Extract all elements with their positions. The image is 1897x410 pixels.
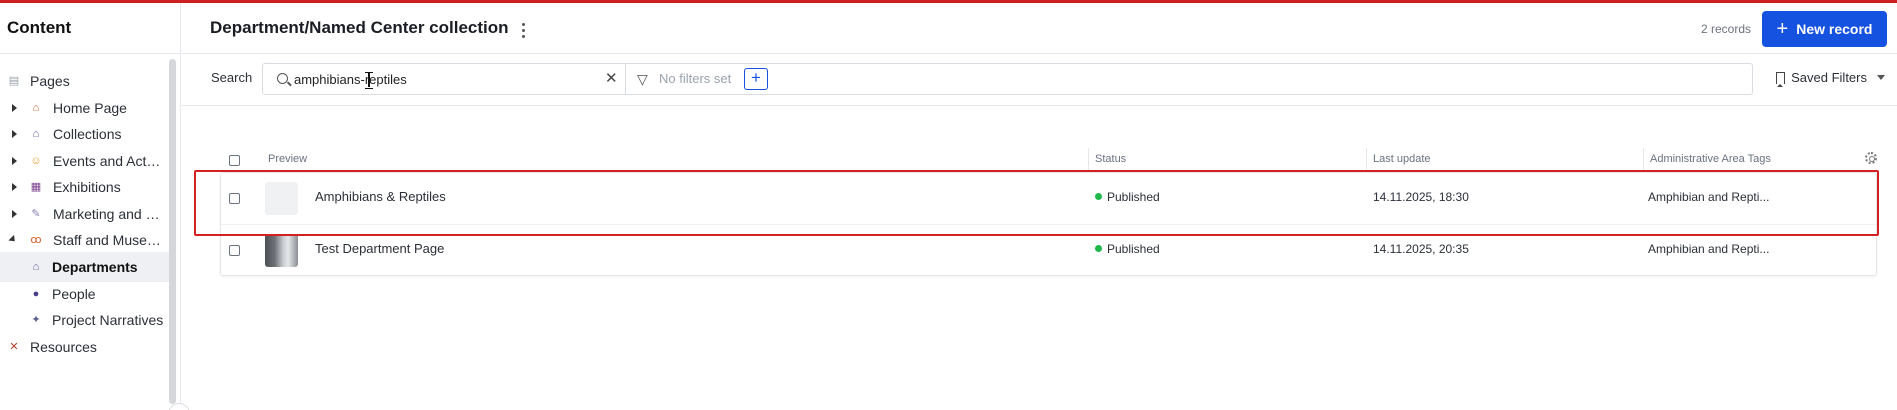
sidebar-item-staff[interactable]: ꝏ Staff and Museu...: [0, 225, 172, 255]
caret-right-icon[interactable]: [12, 104, 17, 112]
sidebar-item-pages[interactable]: ▤ Pages: [0, 66, 172, 96]
page-header: Department/Named Center collection 2 rec…: [182, 3, 1897, 54]
new-record-label: New record: [1796, 21, 1873, 37]
column-header-last-update[interactable]: Last update: [1373, 153, 1431, 165]
column-header-status[interactable]: Status: [1095, 153, 1126, 165]
sidebar-item-resources[interactable]: ✕ Resources: [0, 332, 172, 362]
sidebar-collapse-button[interactable]: [168, 403, 190, 410]
sidebar-item-collections[interactable]: ⌂ Collections: [0, 119, 172, 149]
select-all-checkbox[interactable]: [229, 155, 240, 166]
status-text: Published: [1107, 242, 1160, 256]
sidebar: Content ▤ Pages ⌂ Home Page ⌂ Collection…: [0, 3, 190, 410]
record-count: 2 records: [1700, 22, 1751, 36]
search-box: ✕ ▽ No filters set +: [262, 63, 1753, 95]
filter-bar: Search ✕ ▽ No filters set + Saved Filter…: [182, 54, 1897, 106]
status-text: Published: [1107, 190, 1160, 204]
column-header-admin-tags[interactable]: Administrative Area Tags: [1650, 153, 1771, 165]
search-label: Search: [211, 70, 253, 85]
caret-right-icon[interactable]: [12, 183, 17, 191]
row-name[interactable]: Amphibians & Reptiles: [315, 189, 446, 204]
filter-icon[interactable]: ▽: [637, 72, 648, 86]
page-title: Department/Named Center collection: [210, 18, 509, 37]
clear-search-icon[interactable]: ✕: [605, 70, 618, 88]
museum-icon: ⌂: [32, 261, 40, 273]
home-icon: ⌂: [32, 102, 40, 114]
page-icon: ▤: [8, 75, 20, 87]
admin-area-tags: Amphibian and Repti...: [1648, 242, 1770, 256]
saved-filters-dropdown[interactable]: Saved Filters: [1776, 70, 1885, 87]
column-separator: [1643, 148, 1644, 170]
caret-right-icon[interactable]: [12, 210, 17, 218]
status-dot-icon: [1095, 245, 1102, 252]
saved-filters-label: Saved Filters: [1791, 70, 1867, 85]
add-filter-button[interactable]: +: [744, 68, 768, 90]
column-header-preview[interactable]: Preview: [268, 153, 307, 165]
bookmark-icon: [1776, 71, 1786, 87]
tools-icon: ✕: [9, 341, 19, 353]
sidebar-item-departments[interactable]: ⌂ Departments: [0, 252, 172, 282]
table-body: Amphibians & Reptiles Published 14.11.20…: [220, 172, 1877, 276]
preview-thumbnail: [265, 182, 298, 215]
sidebar-title: Content: [0, 3, 180, 54]
text-cursor-icon: [365, 72, 373, 89]
person-icon: ●: [32, 288, 40, 300]
no-filters-text: No filters set: [659, 71, 732, 86]
search-input[interactable]: [294, 69, 594, 89]
caret-right-icon[interactable]: [12, 157, 17, 165]
table-header: Preview Status Last update Administrativ…: [220, 148, 1877, 170]
column-separator: [1088, 148, 1089, 170]
last-update: 14.11.2025, 18:30: [1373, 190, 1469, 204]
last-update: 14.11.2025, 20:35: [1373, 242, 1469, 256]
theater-masks-icon: ☺: [30, 155, 42, 167]
search-icon: [277, 73, 288, 84]
column-separator: [1366, 148, 1367, 170]
telescope-icon: ✦: [31, 314, 41, 326]
row-name[interactable]: Test Department Page: [315, 241, 444, 256]
sidebar-item-project-narratives[interactable]: ✦ Project Narratives: [0, 305, 172, 335]
museum-icon: ⌂: [32, 128, 40, 140]
preview-thumbnail: [265, 234, 298, 267]
row-checkbox[interactable]: [229, 193, 240, 204]
gear-icon[interactable]: [1865, 152, 1877, 164]
new-record-button[interactable]: + New record: [1762, 11, 1887, 47]
caret-down-icon[interactable]: [8, 234, 18, 245]
sidebar-item-exhibitions[interactable]: ▦ Exhibitions: [0, 172, 172, 202]
plus-icon: +: [1776, 18, 1789, 40]
table-row[interactable]: Amphibians & Reptiles Published 14.11.20…: [221, 173, 1876, 224]
caret-right-icon[interactable]: [12, 130, 17, 138]
sidebar-scrollbar[interactable]: [169, 59, 176, 404]
people-icon: ꝏ: [30, 234, 42, 246]
admin-area-tags: Amphibian and Repti...: [1648, 190, 1770, 204]
gallery-icon: ▦: [30, 181, 42, 193]
table-row[interactable]: Test Department Page Published 14.11.202…: [221, 224, 1876, 275]
search-divider: [625, 64, 626, 94]
status-badge: Published: [1095, 242, 1160, 256]
chevron-down-icon: [1877, 75, 1885, 80]
status-dot-icon: [1095, 193, 1102, 200]
records-table: Preview Status Last update Administrativ…: [220, 148, 1877, 282]
megaphone-icon: ✎: [31, 208, 41, 220]
row-checkbox[interactable]: [229, 245, 240, 256]
more-options-icon[interactable]: [515, 20, 531, 40]
status-badge: Published: [1095, 190, 1160, 204]
